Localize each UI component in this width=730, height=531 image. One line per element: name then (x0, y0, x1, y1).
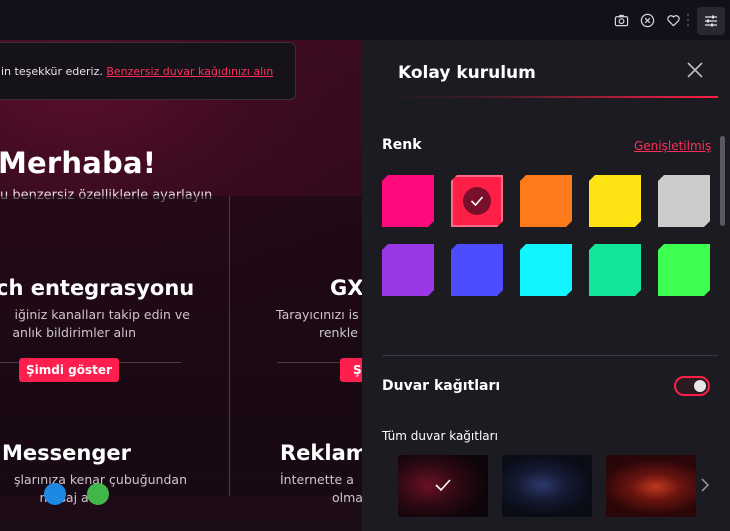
close-circle-icon[interactable] (639, 12, 655, 28)
color-swatch[interactable] (451, 244, 503, 296)
adblock-card-desc: İnternette a olma (280, 472, 363, 505)
color-swatch[interactable] (520, 175, 572, 227)
get-wallpaper-link[interactable]: Benzersiz duvar kağıdınızı alın (106, 65, 273, 78)
twitch-show-button[interactable]: Şimdi göster (19, 358, 119, 382)
messenger-card-title: Messenger (2, 441, 131, 465)
whatsapp-app-icon[interactable] (87, 483, 109, 505)
heart-icon[interactable] (665, 12, 681, 28)
grid-divider-vertical (229, 196, 230, 496)
panel-scrollbar[interactable] (720, 136, 725, 226)
panel-title: Kolay kurulum (398, 63, 536, 83)
close-icon[interactable] (686, 61, 704, 79)
color-swatch[interactable] (382, 175, 434, 227)
expanded-link[interactable]: Genişletilmiş (634, 139, 711, 153)
color-swatch[interactable] (589, 175, 641, 227)
top-toolbar (0, 0, 730, 40)
notice-banner: in teşekkür ederiz. Benzersiz duvar kağı… (0, 42, 296, 100)
wallpaper-thumb-1[interactable] (398, 455, 488, 517)
more-icon[interactable] (687, 14, 690, 26)
color-swatch[interactable] (589, 244, 641, 296)
chevron-right-icon[interactable] (698, 477, 712, 493)
all-wallpapers-label: Tüm duvar kağıtları (382, 429, 498, 443)
gx-card-title: GX (330, 276, 364, 300)
twitch-card-title: ch entegrasyonu (0, 276, 195, 300)
wallpapers-section-title: Duvar kağıtları (382, 378, 501, 394)
wallpapers-toggle[interactable] (674, 376, 710, 396)
camera-icon[interactable] (613, 12, 629, 28)
check-icon (435, 479, 451, 492)
messenger-app-icon[interactable] (44, 483, 66, 505)
color-section-title: Renk (382, 137, 422, 153)
color-swatch[interactable] (658, 244, 710, 296)
wallpaper-thumb-3[interactable] (606, 455, 696, 517)
toggle-knob (694, 380, 706, 392)
wallpaper-thumb-2[interactable] (502, 455, 592, 517)
color-swatch[interactable] (658, 175, 710, 227)
check-icon (463, 187, 491, 215)
title-underline (382, 96, 718, 98)
color-swatch[interactable] (451, 175, 503, 227)
section-divider (382, 355, 718, 356)
easy-setup-panel: Kolay kurulum Renk Genişletilmiş Duvar k… (362, 40, 730, 531)
color-swatch[interactable] (382, 244, 434, 296)
greeting-title: Merhaba! (0, 146, 157, 180)
twitch-card-desc: iğiniz kanalları takip edin ve anlık bil… (12, 307, 190, 340)
notice-text: in teşekkür ederiz. (1, 65, 107, 78)
gx-card-desc: Tarayıcınızı is renkle (276, 307, 359, 340)
adblock-card-title: Reklam (280, 441, 368, 465)
color-swatch[interactable] (520, 244, 572, 296)
sliders-icon (705, 15, 717, 27)
easy-setup-button[interactable] (697, 7, 725, 35)
